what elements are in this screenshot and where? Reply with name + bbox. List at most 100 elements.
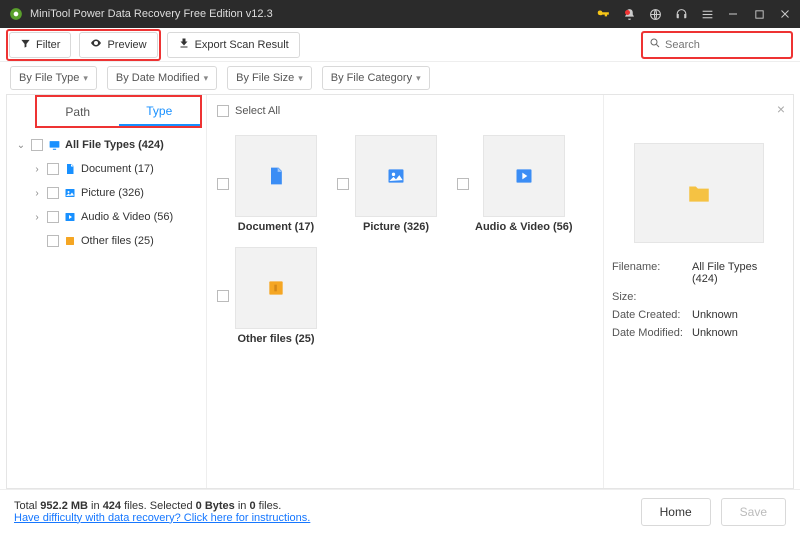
tree-pic-label: Picture (326) <box>81 187 144 199</box>
checkbox[interactable] <box>217 178 229 190</box>
tree-picture[interactable]: › Picture (326) <box>11 181 202 205</box>
thumb-label: Document (17) <box>238 221 314 233</box>
expand-icon[interactable]: › <box>31 212 43 223</box>
collapse-icon[interactable]: ⌄ <box>15 140 27 151</box>
preview-thumbnail <box>634 143 764 243</box>
monitor-icon <box>47 138 61 152</box>
tree-doc-label: Document (17) <box>81 163 154 175</box>
tree-document[interactable]: › Document (17) <box>11 157 202 181</box>
export-icon <box>178 37 190 52</box>
titlebar: MiniTool Power Data Recovery Free Editio… <box>0 0 800 28</box>
datemod-dropdown[interactable]: By Date Modified▾ <box>107 66 217 90</box>
close-icon[interactable] <box>778 7 792 21</box>
tree-root[interactable]: ⌄ All File Types (424) <box>11 133 202 157</box>
eye-icon <box>90 37 102 52</box>
filetype-dropdown[interactable]: By File Type▾ <box>10 66 97 90</box>
sidebar-tabs: Path Type <box>37 97 200 127</box>
checkbox[interactable] <box>31 139 43 151</box>
picture-icon <box>63 186 77 200</box>
checkbox[interactable] <box>457 178 469 190</box>
globe-icon[interactable] <box>648 7 662 21</box>
sidebar: Path Type ⌄ All File Types (424) › Docum… <box>7 95 207 488</box>
chevron-down-icon: ▾ <box>204 73 209 84</box>
filter-button[interactable]: Filter <box>9 32 71 58</box>
thumb-card[interactable] <box>355 135 437 217</box>
key-icon[interactable] <box>596 7 610 21</box>
search-icon <box>649 37 661 52</box>
detail-key: Date Created: <box>612 309 692 321</box>
checkbox[interactable] <box>217 290 229 302</box>
main-panel: Path Type ⌄ All File Types (424) › Docum… <box>6 94 794 489</box>
tree-root-label: All File Types (424) <box>65 139 164 151</box>
menu-icon[interactable] <box>700 7 714 21</box>
maximize-icon[interactable] <box>752 7 766 21</box>
bell-icon[interactable] <box>622 7 636 21</box>
detail-key: Size: <box>612 291 692 303</box>
checkbox[interactable] <box>47 235 59 247</box>
expand-icon[interactable]: › <box>31 164 43 175</box>
toolbar: Filter Preview Export Scan Result <box>0 28 800 62</box>
filter-bar: By File Type▾ By Date Modified▾ By File … <box>0 62 800 94</box>
thumb-card[interactable] <box>235 135 317 217</box>
checkbox[interactable] <box>47 163 59 175</box>
headset-icon[interactable] <box>674 7 688 21</box>
tree-av-label: Audio & Video (56) <box>81 211 173 223</box>
tree-audiovideo[interactable]: › Audio & Video (56) <box>11 205 202 229</box>
otherfiles-icon <box>63 234 77 248</box>
thumb-label: Picture (326) <box>363 221 429 233</box>
search-input[interactable] <box>665 39 800 51</box>
export-button[interactable]: Export Scan Result <box>167 32 300 58</box>
select-all-label: Select All <box>235 105 280 117</box>
video-icon <box>63 210 77 224</box>
tab-path[interactable]: Path <box>37 97 119 126</box>
chevron-down-icon: ▾ <box>416 73 421 84</box>
thumb-picture: Picture (326) <box>337 135 437 233</box>
export-label: Export Scan Result <box>195 39 289 51</box>
thumb-document: Document (17) <box>217 135 317 233</box>
select-all-row[interactable]: Select All <box>217 101 593 121</box>
filter-label: Filter <box>36 39 60 51</box>
details-pane: × Filename:All File Types (424) Size: Da… <box>603 95 793 488</box>
thumb-label: Other files (25) <box>237 333 314 345</box>
status-text: Total 952.2 MB in 424 files. Selected 0 … <box>14 500 310 512</box>
thumb-label: Audio & Video (56) <box>475 221 573 233</box>
detail-value: Unknown <box>692 309 785 321</box>
detail-key: Date Modified: <box>612 327 692 339</box>
home-button[interactable]: Home <box>641 498 711 526</box>
detail-value <box>692 291 785 303</box>
checkbox[interactable] <box>337 178 349 190</box>
chevron-down-icon: ▾ <box>298 73 303 84</box>
preview-label: Preview <box>107 39 146 51</box>
save-button[interactable]: Save <box>721 498 786 526</box>
statusbar: Total 952.2 MB in 424 files. Selected 0 … <box>0 489 800 533</box>
app-logo-icon <box>8 6 24 22</box>
document-icon <box>63 162 77 176</box>
thumb-other: Other files (25) <box>217 247 317 345</box>
minimize-icon[interactable] <box>726 7 740 21</box>
tab-type[interactable]: Type <box>119 97 201 126</box>
close-pane-icon[interactable]: × <box>777 101 785 117</box>
detail-key: Filename: <box>612 261 692 285</box>
tree-other-label: Other files (25) <box>81 235 154 247</box>
search-box[interactable] <box>642 32 792 58</box>
checkbox[interactable] <box>47 211 59 223</box>
preview-button[interactable]: Preview <box>79 32 157 58</box>
expand-icon[interactable]: › <box>31 188 43 199</box>
thumb-card[interactable] <box>483 135 565 217</box>
thumb-card[interactable] <box>235 247 317 329</box>
filecat-dropdown[interactable]: By File Category▾ <box>322 66 430 90</box>
thumb-audiovideo: Audio & Video (56) <box>457 135 573 233</box>
content-area: Select All Document (17) Picture (326) <box>207 95 793 488</box>
filter-icon <box>20 38 31 52</box>
detail-value: All File Types (424) <box>692 261 785 285</box>
window-title: MiniTool Power Data Recovery Free Editio… <box>30 8 596 20</box>
chevron-down-icon: ▾ <box>83 73 88 84</box>
tree-other[interactable]: › Other files (25) <box>11 229 202 253</box>
file-tree: ⌄ All File Types (424) › Document (17) ›… <box>7 127 206 259</box>
checkbox[interactable] <box>217 105 229 117</box>
detail-value: Unknown <box>692 327 785 339</box>
help-link[interactable]: Have difficulty with data recovery? Clic… <box>14 512 310 524</box>
thumbnail-grid: Select All Document (17) Picture (326) <box>207 95 603 488</box>
filesize-dropdown[interactable]: By File Size▾ <box>227 66 312 90</box>
checkbox[interactable] <box>47 187 59 199</box>
